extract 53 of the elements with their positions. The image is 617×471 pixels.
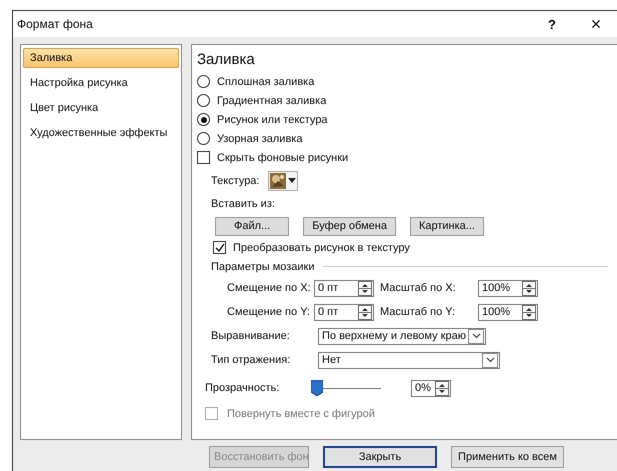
radio-button[interactable] [197,113,210,126]
radio-label: Узорная заливка [217,132,302,144]
radio-label: Градиентная заливка [217,94,326,106]
checkbox[interactable] [197,151,210,164]
insert-button[interactable]: Буфер обмена [303,216,396,236]
sidebar-item[interactable]: Художественные эффекты [23,123,179,143]
texture-icon [270,172,286,188]
radio-label: Рисунок или текстура [217,114,328,126]
slider-thumb[interactable] [311,380,323,396]
number-field[interactable]: 100% [478,280,538,296]
slider-track[interactable] [311,381,381,395]
insert-button[interactable]: Картинка... [410,216,484,236]
panel-heading: Заливка [197,51,256,68]
group-title: Параметры мозаики [211,260,315,272]
close-button[interactable]: × [574,14,617,34]
field-label: Текстура: [211,174,260,186]
caret-icon [288,178,296,183]
spinner-icon[interactable] [522,304,536,320]
field-label: Прозрачность: [205,382,280,394]
field-label: Смещение по X: [227,282,308,294]
help-button[interactable]: ? [530,16,574,32]
radio-button[interactable] [197,94,210,107]
field-label: Тип отражения: [211,354,292,366]
spinner-icon[interactable] [358,280,372,296]
insert-button[interactable]: Файл... [215,216,290,236]
spinner-icon[interactable] [522,280,536,296]
checkbox[interactable] [213,241,226,254]
window-title: Формат фона [17,17,94,31]
radio-button[interactable] [197,75,210,88]
number-field[interactable]: 0 пт [314,280,374,296]
dialog-button[interactable]: Применить ко всем [451,446,564,468]
dropdown-field[interactable]: По верхнему и левому краю [318,328,486,344]
texture-picker[interactable] [268,170,298,190]
checkbox-label: Повернуть вместе с фигурой [227,408,375,420]
field-label: Смещение по Y: [227,306,308,318]
dialog-button[interactable]: Закрыть [323,446,437,468]
number-field[interactable]: 100% [478,304,538,320]
spinner-icon[interactable] [358,304,372,320]
spinner-icon[interactable] [435,380,449,396]
dropdown-field[interactable]: Нет [318,352,500,368]
number-field[interactable]: 0% [411,380,451,396]
field-label: Масштаб по Y: [380,306,456,318]
radio-button[interactable] [197,132,210,145]
checkbox-label: Скрыть фоновые рисунки [217,152,348,164]
sidebar-item[interactable]: Заливка [23,48,179,68]
sidebar-item[interactable]: Настройка рисунка [23,73,179,93]
field-label: Выравнивание: [211,330,291,342]
checkbox-label: Преобразовать рисунок в текстуру [233,242,410,254]
section-label: Вставить из: [211,198,275,210]
number-field[interactable]: 0 пт [314,304,374,320]
radio-label: Сплошная заливка [217,76,314,88]
sidebar-item[interactable]: Цвет рисунка [23,98,179,118]
field-label: Масштаб по X: [380,282,457,294]
